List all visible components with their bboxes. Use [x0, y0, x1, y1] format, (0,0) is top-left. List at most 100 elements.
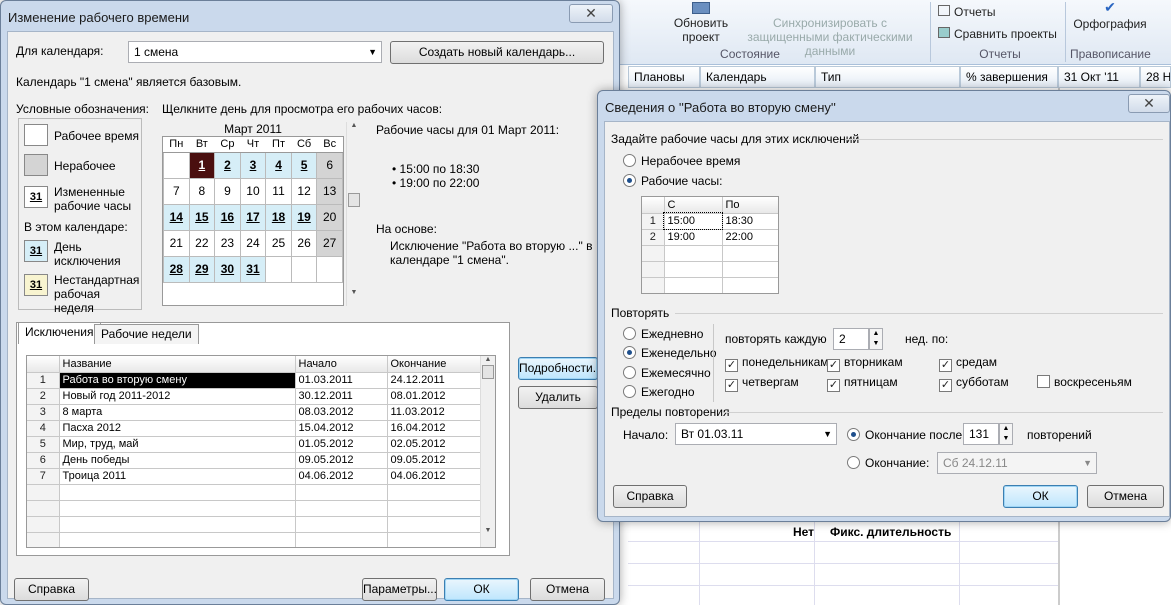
column-header[interactable]: % завершения: [960, 66, 1058, 88]
column-header-to[interactable]: По: [722, 197, 778, 214]
time-from[interactable]: 19:00: [664, 229, 723, 246]
exception-end[interactable]: 08.01.2012: [387, 388, 483, 405]
exception-end[interactable]: 09.05.2012: [387, 452, 483, 469]
repeat-every-input[interactable]: 2: [833, 328, 869, 350]
exception-start[interactable]: 15.04.2012: [295, 420, 388, 437]
time-to[interactable]: [722, 277, 778, 293]
close-icon[interactable]: ✕: [569, 4, 613, 23]
calendar-day[interactable]: 31: [239, 255, 267, 283]
delete-button[interactable]: Удалить: [518, 386, 598, 409]
time-from[interactable]: 15:00: [663, 212, 723, 230]
weekday-checkbox[interactable]: ✓ средам: [939, 355, 997, 372]
exception-name[interactable]: Работа во вторую смену: [59, 372, 296, 389]
table-row[interactable]: [27, 484, 483, 501]
time-from[interactable]: [664, 261, 723, 278]
repeat-every-spinner[interactable]: ▲ ▼: [869, 328, 883, 350]
exception-name[interactable]: День победы: [59, 452, 296, 469]
table-row[interactable]: 2 19:00 22:00: [642, 229, 778, 246]
details-button[interactable]: Подробности...: [518, 357, 598, 380]
exception-end[interactable]: [387, 532, 483, 547]
table-row[interactable]: 6 День победы 09.05.2012 09.05.2012: [27, 452, 483, 469]
exception-name[interactable]: Пасха 2012: [59, 420, 296, 437]
reports-button[interactable]: Отчеты: [938, 5, 995, 19]
exception-name[interactable]: [59, 516, 296, 533]
column-header-end[interactable]: Окончание: [387, 356, 483, 373]
time-to[interactable]: [722, 261, 778, 278]
time-from[interactable]: [664, 277, 723, 293]
exception-end[interactable]: 11.03.2012: [387, 404, 483, 421]
table-row[interactable]: [642, 277, 778, 293]
weekday-checkbox[interactable]: воскресеньям: [1037, 375, 1132, 389]
calendar-day[interactable]: 25: [265, 229, 292, 257]
calendar-day[interactable]: 1: [188, 151, 216, 179]
exception-end[interactable]: [387, 484, 483, 501]
exception-name[interactable]: Мир, труд, май: [59, 436, 296, 453]
spin-up-icon[interactable]: ▲: [870, 329, 882, 339]
close-icon[interactable]: ✕: [1128, 94, 1170, 113]
create-calendar-button[interactable]: Создать новый календарь...: [390, 41, 604, 64]
table-row[interactable]: [27, 500, 483, 517]
end-by-radio[interactable]: Окончание:: [847, 456, 929, 470]
help-button[interactable]: Справка: [14, 578, 89, 601]
calendar-day[interactable]: 3: [239, 151, 267, 179]
column-header-name[interactable]: Название: [59, 356, 296, 373]
time-to[interactable]: 22:00: [722, 229, 778, 246]
calendar-select[interactable]: 1 смена ▼: [128, 41, 382, 63]
tab-exceptions[interactable]: Исключения: [18, 322, 101, 344]
exception-name[interactable]: Троица 2011: [59, 468, 296, 485]
occurrences-spinner[interactable]: ▲ ▼: [999, 423, 1013, 445]
nonwork-radio[interactable]: Нерабочее время: [623, 154, 740, 168]
calendar-day[interactable]: 14: [163, 203, 190, 231]
calendar-day[interactable]: 8: [188, 177, 216, 205]
calendar-day[interactable]: 26: [290, 229, 318, 257]
calendar-day[interactable]: 27: [316, 229, 343, 257]
table-row[interactable]: 2 Новый год 2011-2012 30.12.2011 08.01.2012: [27, 388, 483, 405]
column-header[interactable]: Календарь: [700, 66, 815, 88]
exception-start[interactable]: 09.05.2012: [295, 452, 388, 469]
time-from[interactable]: [664, 245, 723, 262]
table-row[interactable]: 38 марта 08.03.2012 11.03.2012: [27, 404, 483, 421]
yearly-radio[interactable]: Ежегодно: [623, 385, 695, 399]
exceptions-table[interactable]: Название Начало Окончание 1 Работа во вто…: [26, 355, 496, 548]
calendar-day[interactable]: 23: [214, 229, 241, 257]
exception-start[interactable]: [295, 516, 388, 533]
ok-button[interactable]: ОК: [1003, 485, 1078, 508]
month-calendar[interactable]: Пн Вт Ср Чт Пт Сб Вс 1 2 3 4 5 6 7 8 9 10 11 12 13 14 15 16 17…: [162, 136, 344, 306]
options-button[interactable]: Параметры...: [362, 578, 437, 601]
exception-end[interactable]: 02.05.2012: [387, 436, 483, 453]
exception-name[interactable]: [59, 484, 296, 501]
workhours-radio[interactable]: Рабочие часы:: [623, 174, 722, 188]
calendar-day[interactable]: 5: [290, 151, 318, 179]
exception-end[interactable]: [387, 500, 483, 517]
calendar-day[interactable]: 6: [316, 151, 343, 179]
table-row[interactable]: [642, 261, 778, 278]
table-scrollbar[interactable]: ▲ ▼: [480, 356, 495, 547]
scroll-thumb[interactable]: [482, 365, 494, 379]
column-header[interactable]: Тип: [815, 66, 960, 88]
ok-button[interactable]: ОК: [444, 578, 519, 601]
start-date-select[interactable]: Вт 01.03.11 ▼: [675, 423, 837, 445]
table-row[interactable]: 1 15:00 18:30: [642, 212, 778, 230]
calendar-day[interactable]: 10: [239, 177, 267, 205]
scroll-down-icon[interactable]: ▼: [347, 289, 361, 296]
exception-end[interactable]: [387, 516, 483, 533]
calendar-day[interactable]: 9: [214, 177, 241, 205]
cancel-button[interactable]: Отмена: [1087, 485, 1164, 508]
daily-radio[interactable]: Ежедневно: [623, 327, 703, 341]
calendar-day[interactable]: 21: [163, 229, 190, 257]
column-header-from[interactable]: С: [664, 197, 723, 214]
calendar-day[interactable]: 19: [290, 203, 318, 231]
exception-end[interactable]: 16.04.2012: [387, 420, 483, 437]
spin-down-icon[interactable]: ▼: [1000, 434, 1012, 444]
calendar-day[interactable]: 28: [163, 255, 190, 283]
exception-start[interactable]: 04.06.2012: [295, 468, 388, 485]
table-row[interactable]: 1 Работа во вторую смену 01.03.2011 24.12.2…: [27, 372, 483, 389]
exception-start[interactable]: [295, 484, 388, 501]
calendar-day[interactable]: 4: [265, 151, 292, 179]
exception-name[interactable]: Новый год 2011-2012: [59, 388, 296, 405]
table-row[interactable]: [642, 245, 778, 262]
tab-work-weeks[interactable]: Рабочие недели: [94, 324, 199, 344]
occurrences-input[interactable]: 131: [963, 423, 999, 445]
calendar-day[interactable]: 15: [188, 203, 216, 231]
scroll-up-icon[interactable]: ▲: [347, 122, 361, 129]
